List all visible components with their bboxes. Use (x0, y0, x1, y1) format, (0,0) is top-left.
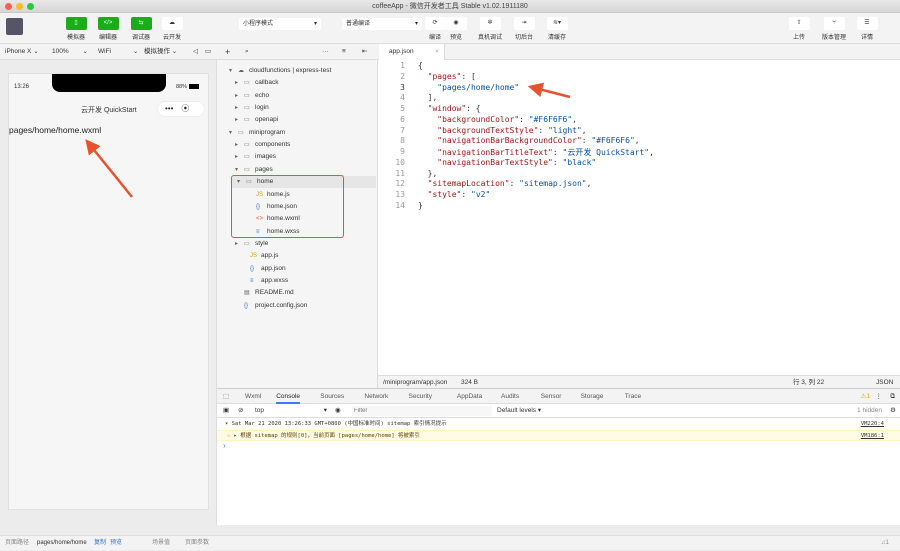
arrow-to-pages (527, 82, 571, 99)
annotation-arrows (85, 82, 571, 198)
arrow-to-content (85, 139, 133, 198)
